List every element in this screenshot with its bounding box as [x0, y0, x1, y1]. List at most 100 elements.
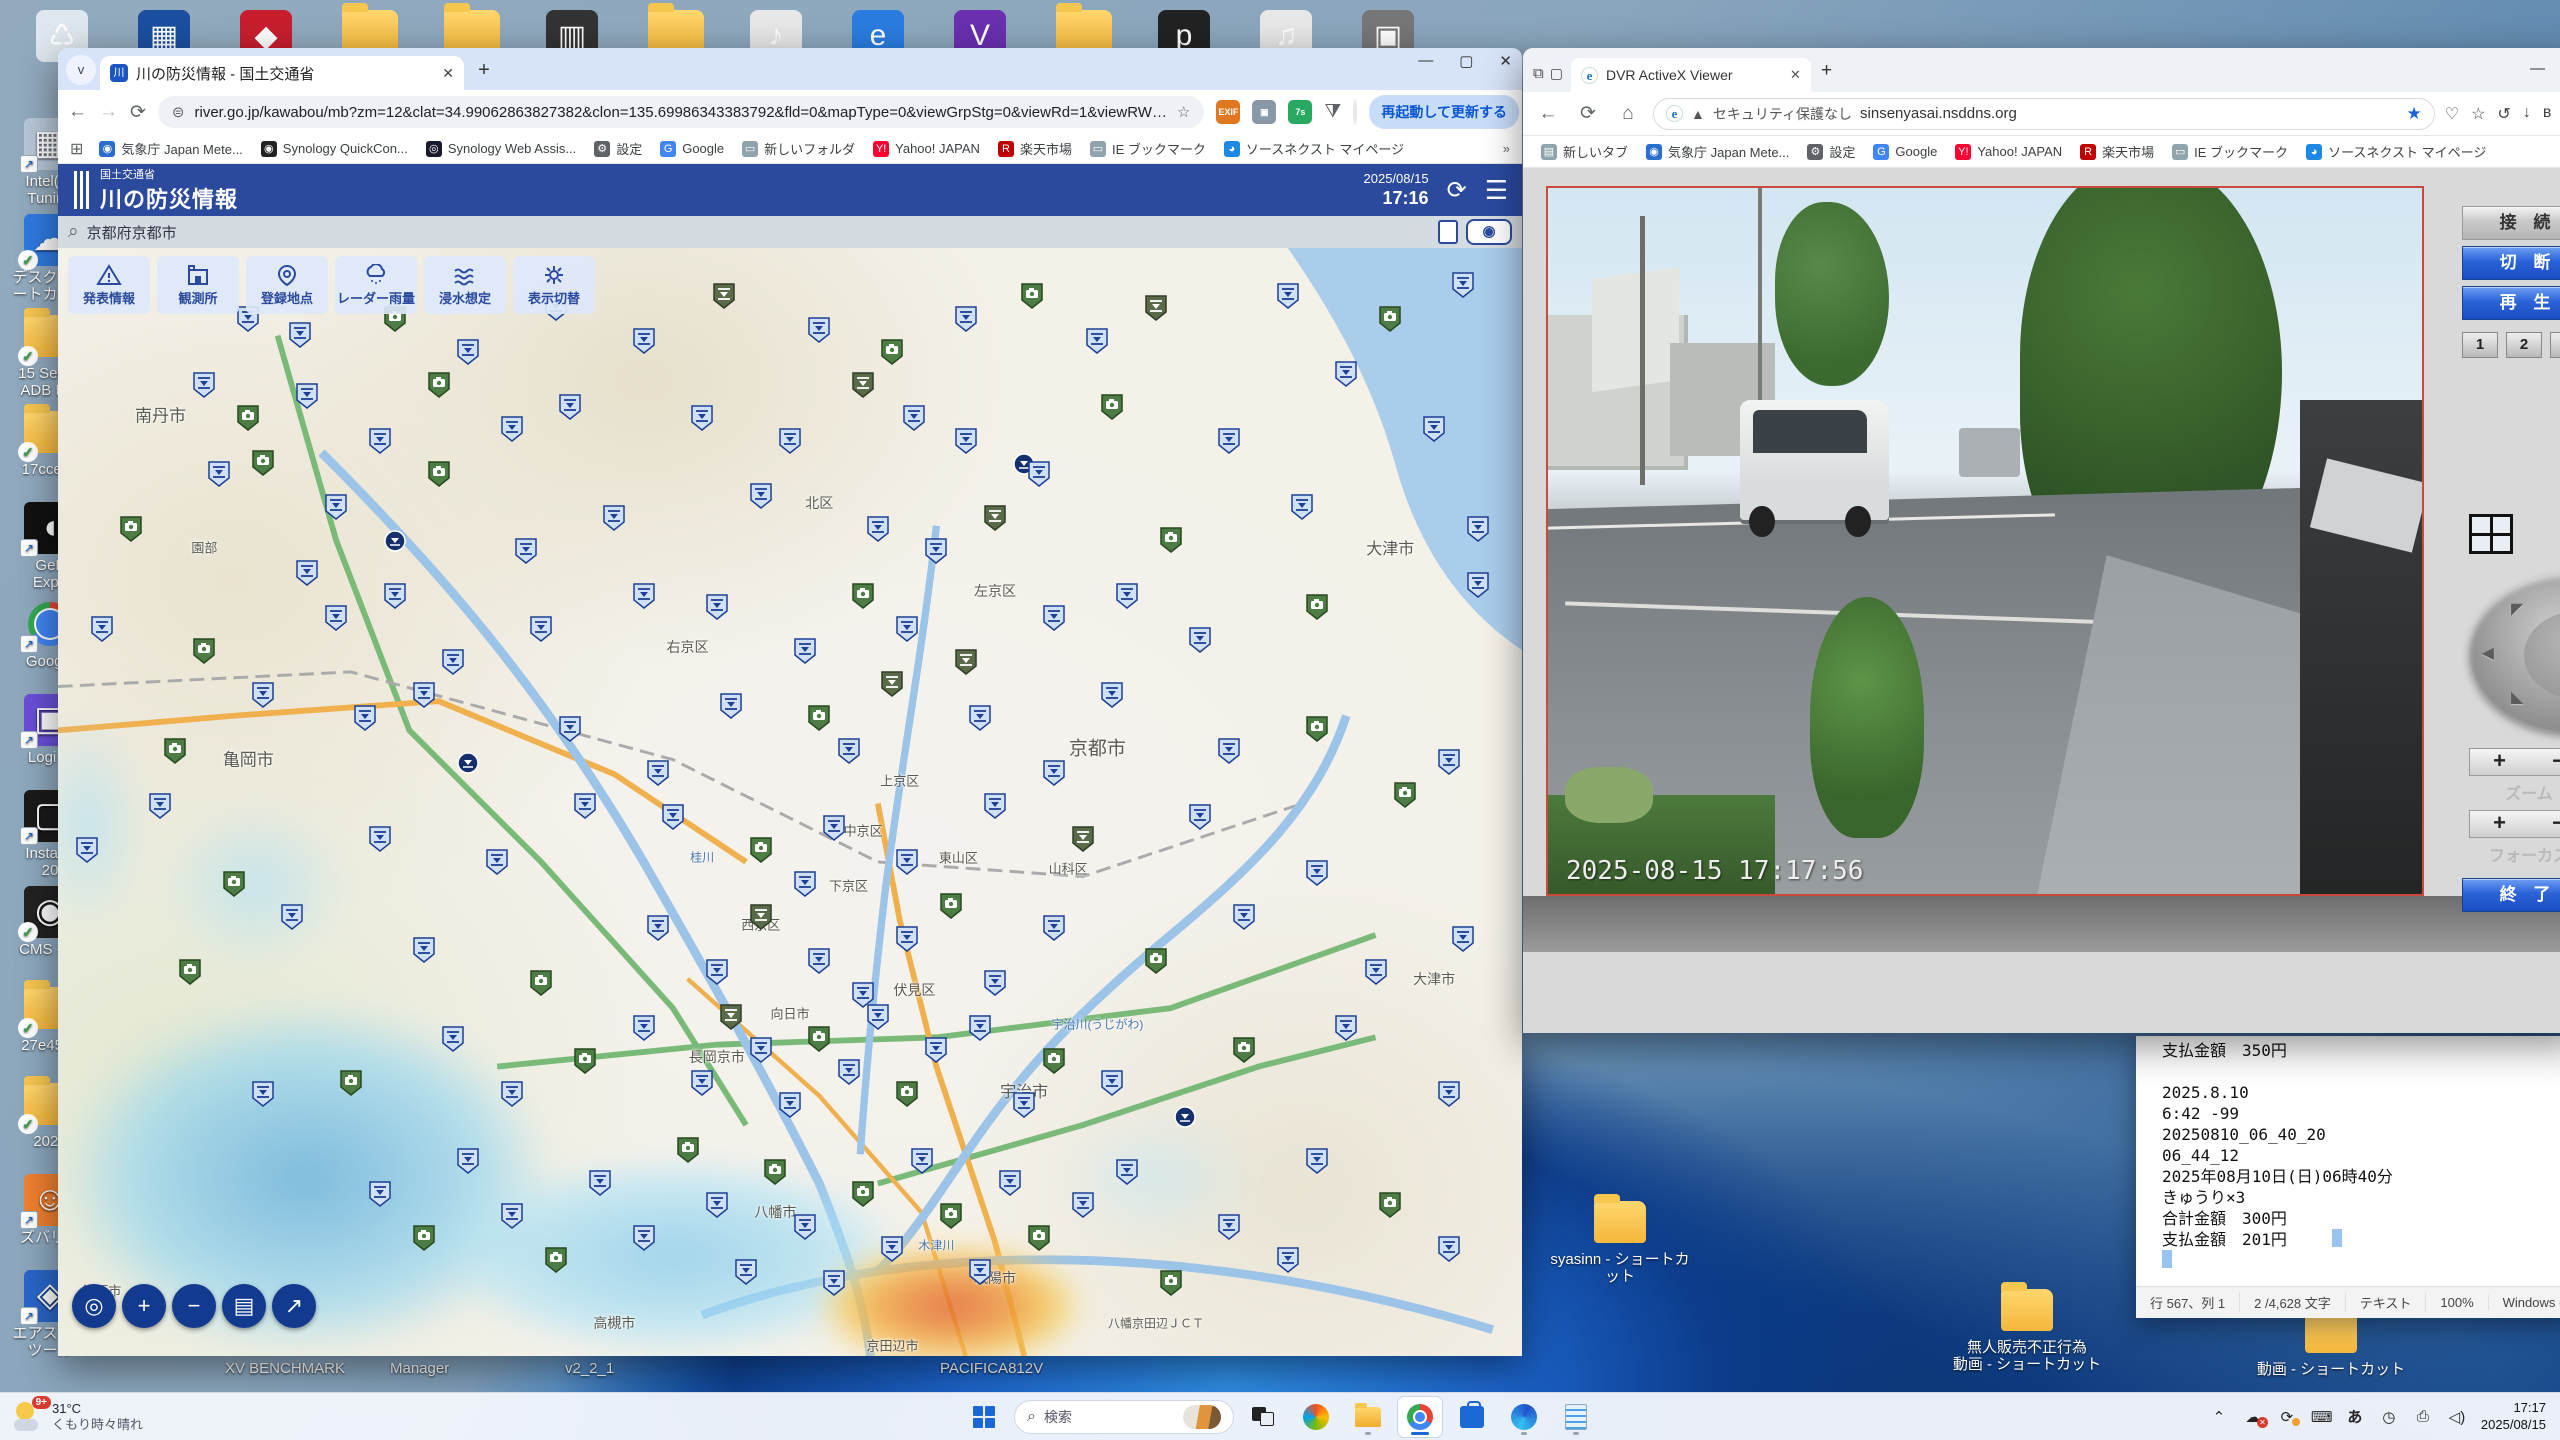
notepad-taskbar-button[interactable] [1554, 1397, 1598, 1437]
chrome_window-bookmark-item[interactable]: ▭ 新しいフォルダ [734, 136, 863, 161]
map-marker-gauge-dark[interactable] [713, 283, 735, 314]
map-marker-gauge-dark[interactable] [720, 1003, 743, 1035]
edge_window-bookmark-item[interactable]: ⚙ 設定 [1799, 139, 1863, 164]
chrome-tab[interactable]: 川 川の防災情報 - 国土交通省 ✕ [100, 56, 464, 90]
map-marker-water-gauge[interactable] [954, 305, 977, 337]
home-button[interactable]: ⌂ [1613, 103, 1643, 125]
map-marker-cctv[interactable] [1379, 305, 1401, 337]
forward-button[interactable]: → [99, 101, 118, 123]
clock-app-icon[interactable]: ◷ [2379, 1408, 2399, 1426]
dvr-connect-button[interactable]: 接 続 [2462, 206, 2560, 240]
map-marker-water-gauge[interactable] [1189, 804, 1211, 835]
notepad-window[interactable]: 支払金額 350円 2025.8.10 6:42 -99 20250810_06… [2136, 1036, 2560, 1318]
calendar-icon[interactable] [1438, 220, 1458, 244]
map-marker-water-gauge[interactable] [91, 616, 113, 647]
map-marker-water-gauge[interactable] [1072, 1192, 1094, 1223]
dvr-channel-1-button[interactable]: 1 [2462, 332, 2498, 358]
zoom-minus-button[interactable]: − [2529, 749, 2560, 775]
map-marker-water-gauge[interactable] [808, 948, 831, 979]
zoom-in-button[interactable]: + [122, 1284, 166, 1328]
map-marker-water-gauge[interactable] [530, 616, 552, 647]
map-marker-water-gauge[interactable] [793, 638, 816, 669]
map-marker-water-gauge[interactable] [442, 649, 465, 680]
map-marker-water-gauge[interactable] [779, 427, 801, 459]
focus-minus-button[interactable]: − [2529, 811, 2560, 837]
profile-avatar[interactable] [1353, 99, 1358, 125]
map-marker-water-gauge[interactable] [632, 1015, 655, 1046]
map-marker-cctv[interactable] [1306, 715, 1328, 747]
map-marker-water-gauge[interactable] [837, 1059, 860, 1090]
start-button[interactable] [962, 1397, 1006, 1437]
map-marker-water-gauge[interactable] [369, 1181, 391, 1212]
map-marker-water-gauge[interactable] [896, 848, 918, 880]
desktop-icon-label[interactable]: PACIFICA812V [940, 1360, 1043, 1377]
dvr-channel-3-button[interactable]: 3 [2550, 332, 2560, 358]
new-tab-button[interactable]: + [470, 56, 498, 84]
map-marker-water-gauge[interactable] [911, 1147, 933, 1179]
map-marker-cctv[interactable] [427, 372, 450, 403]
bookmarks-overflow-icon[interactable]: » [1503, 141, 1510, 156]
map-marker-gauge-dark[interactable] [1072, 826, 1094, 857]
map-marker-water-gauge[interactable] [1101, 682, 1123, 713]
map-marker-water-gauge[interactable] [1042, 760, 1065, 791]
map-marker-water-gauge[interactable] [735, 1258, 757, 1290]
hamburger-menu-icon[interactable]: ☰ [1485, 175, 1508, 206]
ime-mode-icon[interactable]: あ [2345, 1406, 2365, 1427]
chrome_window-bookmark-item[interactable]: ◕ ソースネクスト マイページ [1216, 136, 1412, 161]
map-marker-cctv[interactable] [530, 970, 552, 1001]
edge_window-bookmark-item[interactable]: ◉ 気象庁 Japan Mete... [1638, 139, 1797, 164]
onedrive-error-icon[interactable]: ☁ ✕ [2243, 1408, 2268, 1428]
close-button[interactable]: ✕ [1499, 52, 1512, 70]
map-marker-cctv[interactable] [120, 516, 142, 547]
edge_window-bookmark-item[interactable]: Y! Yahoo! JAPAN [1947, 141, 2070, 163]
update-sync-icon[interactable]: ⟳ [2277, 1408, 2300, 1426]
map-marker-water-gauge[interactable] [969, 704, 992, 736]
map-marker-water-gauge[interactable] [559, 394, 582, 425]
map-marker-water-gauge[interactable] [296, 560, 318, 591]
map-marker-water-gauge[interactable] [1189, 627, 1211, 658]
map-marker-water-gauge[interactable] [1291, 494, 1314, 525]
browser-essentials-icon[interactable]: ʙ [2543, 104, 2552, 124]
map-marker-water-gauge[interactable] [998, 1170, 1021, 1201]
dvr-play-button[interactable]: 再 生 [2462, 286, 2560, 320]
map-marker-water-gauge[interactable] [149, 793, 172, 824]
map-marker-water-gauge[interactable] [823, 1269, 845, 1301]
map-marker-water-gauge[interactable] [501, 1081, 523, 1112]
dvr-ptz-wheel[interactable]: ▲ ▼ ◀ ◤ ◣ PTZ [2469, 573, 2560, 733]
map-marker-water-gauge[interactable] [925, 1037, 948, 1068]
map-marker-cctv[interactable] [1233, 1037, 1255, 1068]
map-marker-water-gauge[interactable] [457, 1147, 479, 1179]
chrome_window-bookmark-item[interactable]: ◎ Synology Web Assis... [418, 138, 584, 160]
locate-button[interactable]: ◎ [72, 1284, 116, 1328]
back-button[interactable]: ← [1533, 103, 1563, 125]
map-marker-cctv[interactable] [340, 1070, 362, 1101]
map-marker-cctv[interactable] [413, 1225, 435, 1256]
map-marker-cctv[interactable] [1020, 283, 1043, 314]
map-marker-water-gauge[interactable] [501, 416, 523, 447]
map-marker-water-gauge[interactable] [193, 372, 216, 403]
downloads-icon[interactable]: ↓ [2523, 104, 2531, 124]
map-marker-water-gauge[interactable] [1306, 859, 1328, 891]
notepad-text[interactable]: 支払金額 350円 2025.8.10 6:42 -99 20250810_06… [2162, 1036, 2560, 1286]
zoom-out-button[interactable]: − [172, 1284, 216, 1328]
map-marker-cctv[interactable] [1306, 593, 1328, 625]
chrome_window-bookmark-item[interactable]: Y! Yahoo! JAPAN [865, 138, 988, 160]
network-icon[interactable]: ⎙ [2413, 1408, 2433, 1425]
map-marker-gauge-dark[interactable] [749, 904, 772, 935]
map-marker-water-gauge[interactable] [1233, 904, 1255, 935]
edge_window-bookmark-item[interactable]: ▭ IE ブックマーク [2164, 139, 2296, 164]
dvr-split-view-button[interactable] [2469, 514, 2513, 554]
extensions-puzzle-icon[interactable]: ⧩ [1324, 101, 1341, 123]
map-marker-water-gauge[interactable] [1028, 461, 1050, 492]
apps-grid-icon[interactable]: ⊞ [70, 139, 83, 159]
map-marker-water-gauge[interactable] [413, 937, 435, 968]
map-marker-water-gauge[interactable] [647, 760, 669, 791]
map-marker-cctv[interactable] [764, 1159, 787, 1190]
map-marker-water-gauge[interactable] [603, 505, 626, 536]
focus-plus-button[interactable]: + [2470, 811, 2529, 837]
map-marker-water-gauge[interactable] [1115, 1159, 1138, 1190]
edge_window-bookmark-item[interactable]: ▤ 新しいタブ [1533, 139, 1636, 164]
dvr-disconnect-button[interactable]: 切 断 [2462, 246, 2560, 280]
map-marker-water-gauge[interactable] [501, 1203, 523, 1234]
map-marker-water-gauge[interactable] [1218, 1214, 1240, 1245]
